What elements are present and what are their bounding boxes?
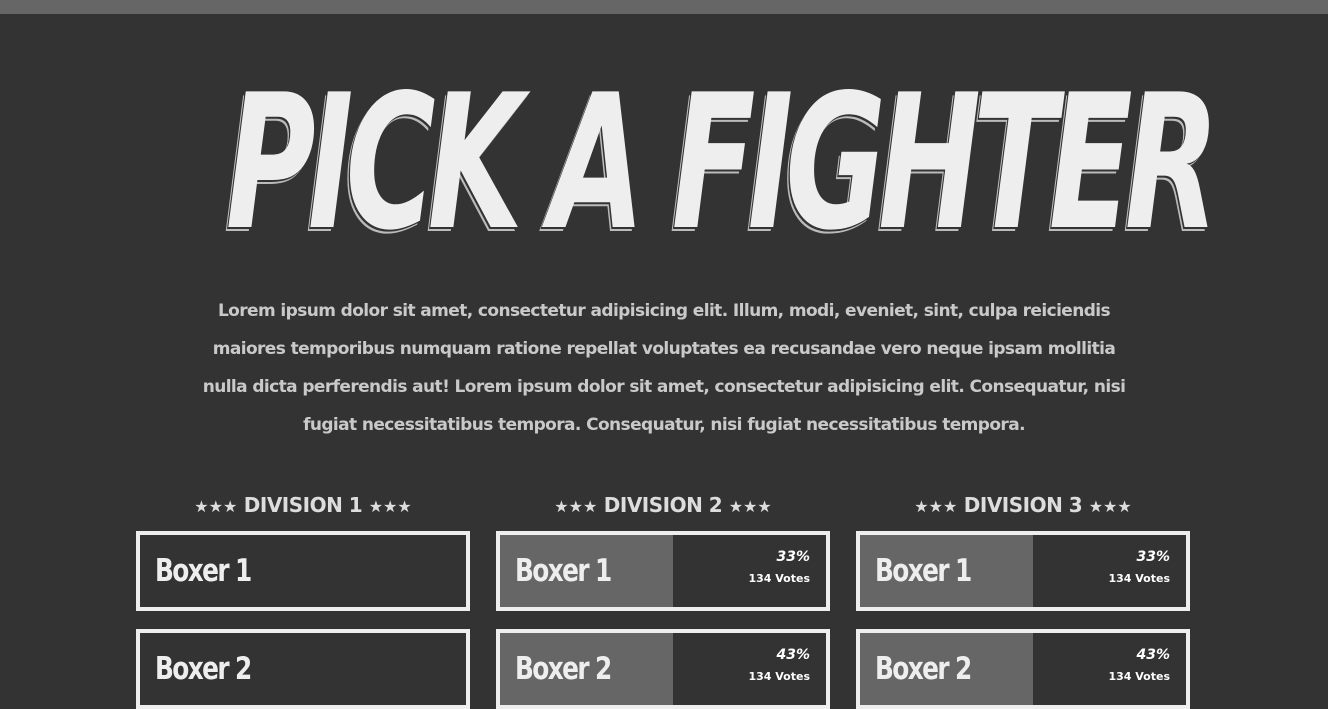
division-1: ★★★ DIVISION 1 ★★★ Boxer 1 Boxer 2 bbox=[136, 490, 470, 709]
boxer-name: Boxer 2 bbox=[155, 651, 252, 687]
stars-icon: ★★★ bbox=[554, 497, 598, 516]
vote-percent: 43% bbox=[776, 647, 810, 663]
division-label: DIVISION 3 bbox=[963, 493, 1083, 517]
vote-percent: 33% bbox=[776, 549, 810, 565]
boxer-option[interactable]: Boxer 1 bbox=[136, 531, 470, 611]
division-heading: ★★★ DIVISION 3 ★★★ bbox=[856, 490, 1190, 522]
division-heading: ★★★ DIVISION 2 ★★★ bbox=[496, 490, 830, 522]
intro-text: Lorem ipsum dolor sit amet, consectetur … bbox=[202, 301, 1126, 435]
page-title: PICK A FIGHTER bbox=[225, 54, 1220, 271]
boxer-option[interactable]: Boxer 1 33% 134 Votes bbox=[856, 531, 1190, 611]
boxer-option[interactable]: Boxer 1 33% 134 Votes bbox=[496, 531, 830, 611]
stars-icon: ★★★ bbox=[728, 497, 772, 516]
vote-percent: 43% bbox=[1136, 647, 1170, 663]
vote-count: 134 Votes bbox=[1108, 670, 1170, 683]
boxer-name: Boxer 1 bbox=[515, 553, 612, 589]
stars-icon: ★★★ bbox=[368, 497, 412, 516]
stars-icon: ★★★ bbox=[1088, 497, 1132, 516]
boxer-name: Boxer 2 bbox=[515, 651, 612, 687]
division-heading: ★★★ DIVISION 1 ★★★ bbox=[136, 490, 470, 522]
stars-icon: ★★★ bbox=[194, 497, 238, 516]
boxer-name: Boxer 1 bbox=[875, 553, 972, 589]
vote-count: 134 Votes bbox=[748, 572, 810, 585]
top-bar bbox=[0, 0, 1328, 14]
division-label: DIVISION 2 bbox=[603, 493, 723, 517]
boxer-name: Boxer 2 bbox=[875, 651, 972, 687]
vote-count: 134 Votes bbox=[1108, 572, 1170, 585]
boxer-option[interactable]: Boxer 2 43% 134 Votes bbox=[496, 629, 830, 709]
division-2: ★★★ DIVISION 2 ★★★ Boxer 1 33% 134 Votes… bbox=[496, 490, 830, 709]
division-3: ★★★ DIVISION 3 ★★★ Boxer 1 33% 134 Votes… bbox=[856, 490, 1190, 709]
vote-percent: 33% bbox=[1136, 549, 1170, 565]
boxer-option[interactable]: Boxer 2 43% 134 Votes bbox=[856, 629, 1190, 709]
stars-icon: ★★★ bbox=[914, 497, 958, 516]
boxer-option[interactable]: Boxer 2 bbox=[136, 629, 470, 709]
boxer-name: Boxer 1 bbox=[155, 553, 252, 589]
division-label: DIVISION 1 bbox=[243, 493, 363, 517]
vote-count: 134 Votes bbox=[748, 670, 810, 683]
